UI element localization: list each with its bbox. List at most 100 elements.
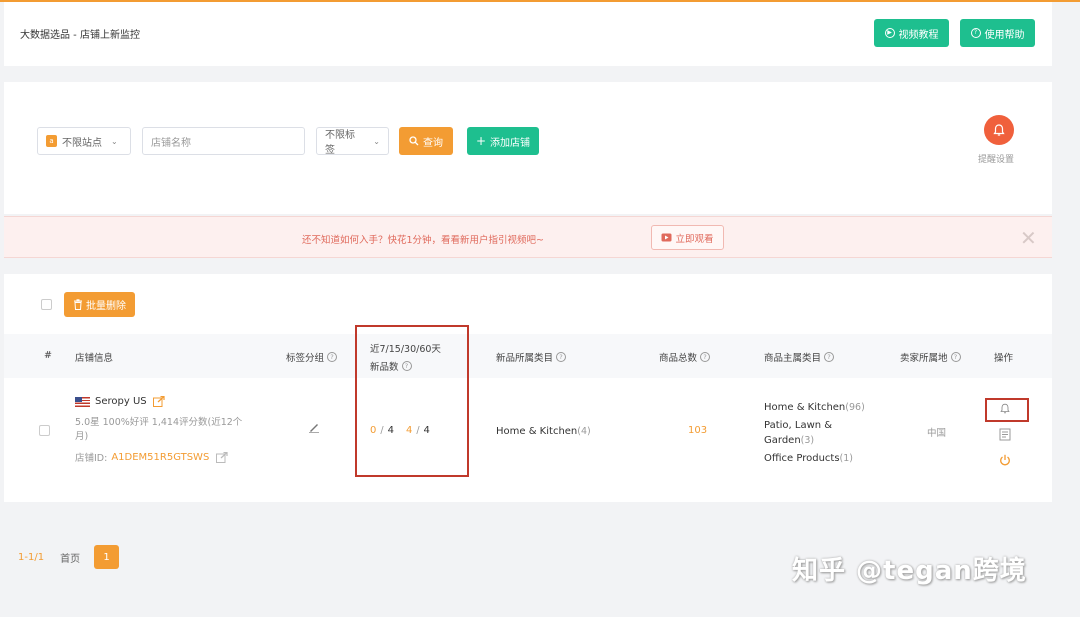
edit-tag-icon[interactable]	[308, 421, 320, 436]
col-index: #	[44, 350, 52, 361]
new-count-30: 4	[405, 425, 413, 436]
external-link-icon[interactable]	[216, 451, 228, 463]
col-tag-group: 标签分组 ?	[286, 350, 338, 364]
watch-now-button[interactable]: 立即观看	[651, 225, 724, 250]
remind-settings-button[interactable]	[984, 115, 1014, 145]
main-category-item: Patio, Lawn & Garden(3)	[764, 418, 879, 448]
new-category-cell: Home & Kitchen(4)	[496, 426, 591, 437]
help-label: 使用帮助	[984, 29, 1025, 41]
video-tutorial-button[interactable]: ▶ 视频教程	[874, 19, 949, 47]
main-category-name: Home & Kitchen	[764, 402, 846, 413]
help-circle-icon[interactable]: ?	[327, 352, 338, 362]
col-total: 商品总数 ?	[659, 350, 711, 364]
page-1-button[interactable]: 1	[94, 545, 120, 569]
col-total-label: 商品总数	[659, 353, 698, 364]
shop-rating: 5.0星 100%好评 1,414评分数(近12个月)	[75, 417, 243, 442]
watermark: 知乎 @tegan跨境	[792, 556, 1027, 586]
shop-name[interactable]: Seropy US	[95, 396, 147, 407]
main-category-count: (3)	[800, 435, 815, 446]
total-count: 103	[688, 425, 708, 436]
play-icon: ▶	[884, 28, 895, 38]
new-category-count: (4)	[577, 426, 591, 437]
table-row: Seropy US 5.0星 100%好评 1,414评分数(近12个月) 店铺…	[4, 378, 1052, 482]
shop-id-cell: 店铺ID: A1DEM51R5GTSWS	[75, 450, 228, 464]
help-button[interactable]: ? 使用帮助	[960, 19, 1035, 47]
col-new-count-line1: 近7/15/30/60天	[370, 344, 441, 355]
bell-icon	[993, 124, 1005, 136]
video-icon	[661, 233, 672, 242]
tag-select[interactable]: 不限标签 ⌄	[316, 127, 389, 156]
pagination-range: 1-1/1	[18, 551, 45, 563]
separator: /	[380, 425, 384, 436]
separator: /	[416, 425, 420, 436]
site-select[interactable]: a 不限站点 ⌄	[37, 127, 131, 155]
us-flag-icon	[75, 396, 90, 407]
first-page-link[interactable]: 首页	[60, 550, 80, 565]
col-seller-location: 卖家所属地 ?	[900, 350, 961, 364]
col-new-count: 近7/15/30/60天 新品数 ?	[370, 341, 441, 373]
col-new-count-line2: 新品数	[370, 362, 399, 373]
help-circle-icon[interactable]: ?	[700, 352, 711, 362]
power-icon	[1000, 454, 1010, 466]
help-circle-icon[interactable]: ?	[950, 352, 961, 362]
banner-text: 还不知道如何入手？快花1分钟，看看新用户指引视频吧~	[302, 235, 545, 246]
question-icon: ?	[970, 28, 981, 38]
help-circle-icon[interactable]: ?	[401, 361, 412, 371]
col-tag-group-label: 标签分组	[286, 353, 325, 364]
batch-delete-button[interactable]: 批量删除	[64, 292, 135, 317]
search-icon	[409, 136, 419, 146]
main-category-cell: Home & Kitchen(96) Patio, Lawn & Garden(…	[764, 400, 879, 466]
main-category-name: Patio, Lawn & Garden	[764, 420, 833, 446]
new-count-7: 0	[370, 425, 377, 436]
guide-banner: 还不知道如何入手？快花1分钟，看看新用户指引视频吧~ 立即观看 ✕	[4, 216, 1052, 258]
site-select-value: 不限站点	[62, 137, 102, 149]
bell-action-highlight-box	[985, 398, 1029, 422]
plus-icon: +	[475, 134, 487, 148]
main-category-count: (96)	[845, 402, 865, 413]
shop-id-value[interactable]: A1DEM51R5GTSWS	[111, 452, 209, 463]
trash-icon	[74, 299, 82, 310]
query-label: 查询	[423, 137, 443, 149]
add-shop-button[interactable]: + 添加店铺	[467, 127, 539, 155]
batch-delete-label: 批量删除	[86, 301, 126, 312]
toggle-monitor-action[interactable]	[999, 454, 1011, 469]
new-count-15: 4	[387, 425, 394, 436]
shop-name-placeholder: 店铺名称	[151, 137, 191, 149]
shop-id-label: 店铺ID:	[75, 453, 108, 464]
help-circle-icon[interactable]: ?	[556, 352, 567, 362]
col-new-category: 新品所属类目 ?	[496, 350, 567, 364]
col-main-category: 商品主属类目 ?	[764, 350, 835, 364]
new-count-cell: 0 / 4 4 / 4	[370, 425, 430, 436]
chevron-down-icon: ⌄	[111, 136, 118, 146]
col-new-category-label: 新品所属类目	[496, 353, 554, 364]
external-link-icon[interactable]	[152, 396, 165, 407]
row-checkbox[interactable]	[39, 425, 50, 436]
main-category-item: Home & Kitchen(96)	[764, 400, 879, 415]
table-header: # 店铺信息 标签分组 ? 近7/15/30/60天 新品数 ? 新品所属类目 …	[4, 334, 1052, 378]
shop-name-input[interactable]: 店铺名称	[142, 127, 305, 155]
close-icon[interactable]: ✕	[1020, 226, 1037, 250]
col-actions: 操作	[994, 353, 1014, 364]
watch-now-label: 立即观看	[675, 233, 714, 245]
header-card: 大数据选品 - 店铺上新监控 ▶ 视频教程 ? 使用帮助	[4, 2, 1052, 66]
filter-card: a 不限站点 ⌄ 店铺名称 不限标签 ⌄ 查询 + 添加店铺 提醒设置	[4, 82, 1052, 214]
detail-action[interactable]	[999, 428, 1011, 444]
pencil-icon	[309, 424, 319, 433]
help-circle-icon[interactable]: ?	[824, 352, 835, 362]
document-icon	[999, 428, 1011, 441]
new-category-name: Home & Kitchen	[496, 426, 578, 437]
main-category-name: Office Products	[764, 453, 840, 464]
tag-select-value: 不限标签	[325, 130, 355, 156]
col-shop-info: 店铺信息	[75, 353, 114, 364]
remind-settings-label: 提醒设置	[978, 155, 1015, 165]
breadcrumb: 大数据选品 - 店铺上新监控	[20, 30, 140, 41]
select-all-checkbox[interactable]	[41, 299, 52, 310]
chevron-down-icon: ⌄	[373, 136, 380, 146]
new-count-60: 4	[423, 425, 430, 436]
main-category-count: (1)	[839, 453, 854, 464]
col-new-count-line2-wrap: 新品数 ?	[370, 359, 412, 373]
seller-location: 中国	[927, 428, 947, 439]
query-button[interactable]: 查询	[399, 127, 453, 155]
pagination: 1-1/1 首页 1	[18, 545, 120, 569]
amazon-icon: a	[46, 135, 57, 147]
